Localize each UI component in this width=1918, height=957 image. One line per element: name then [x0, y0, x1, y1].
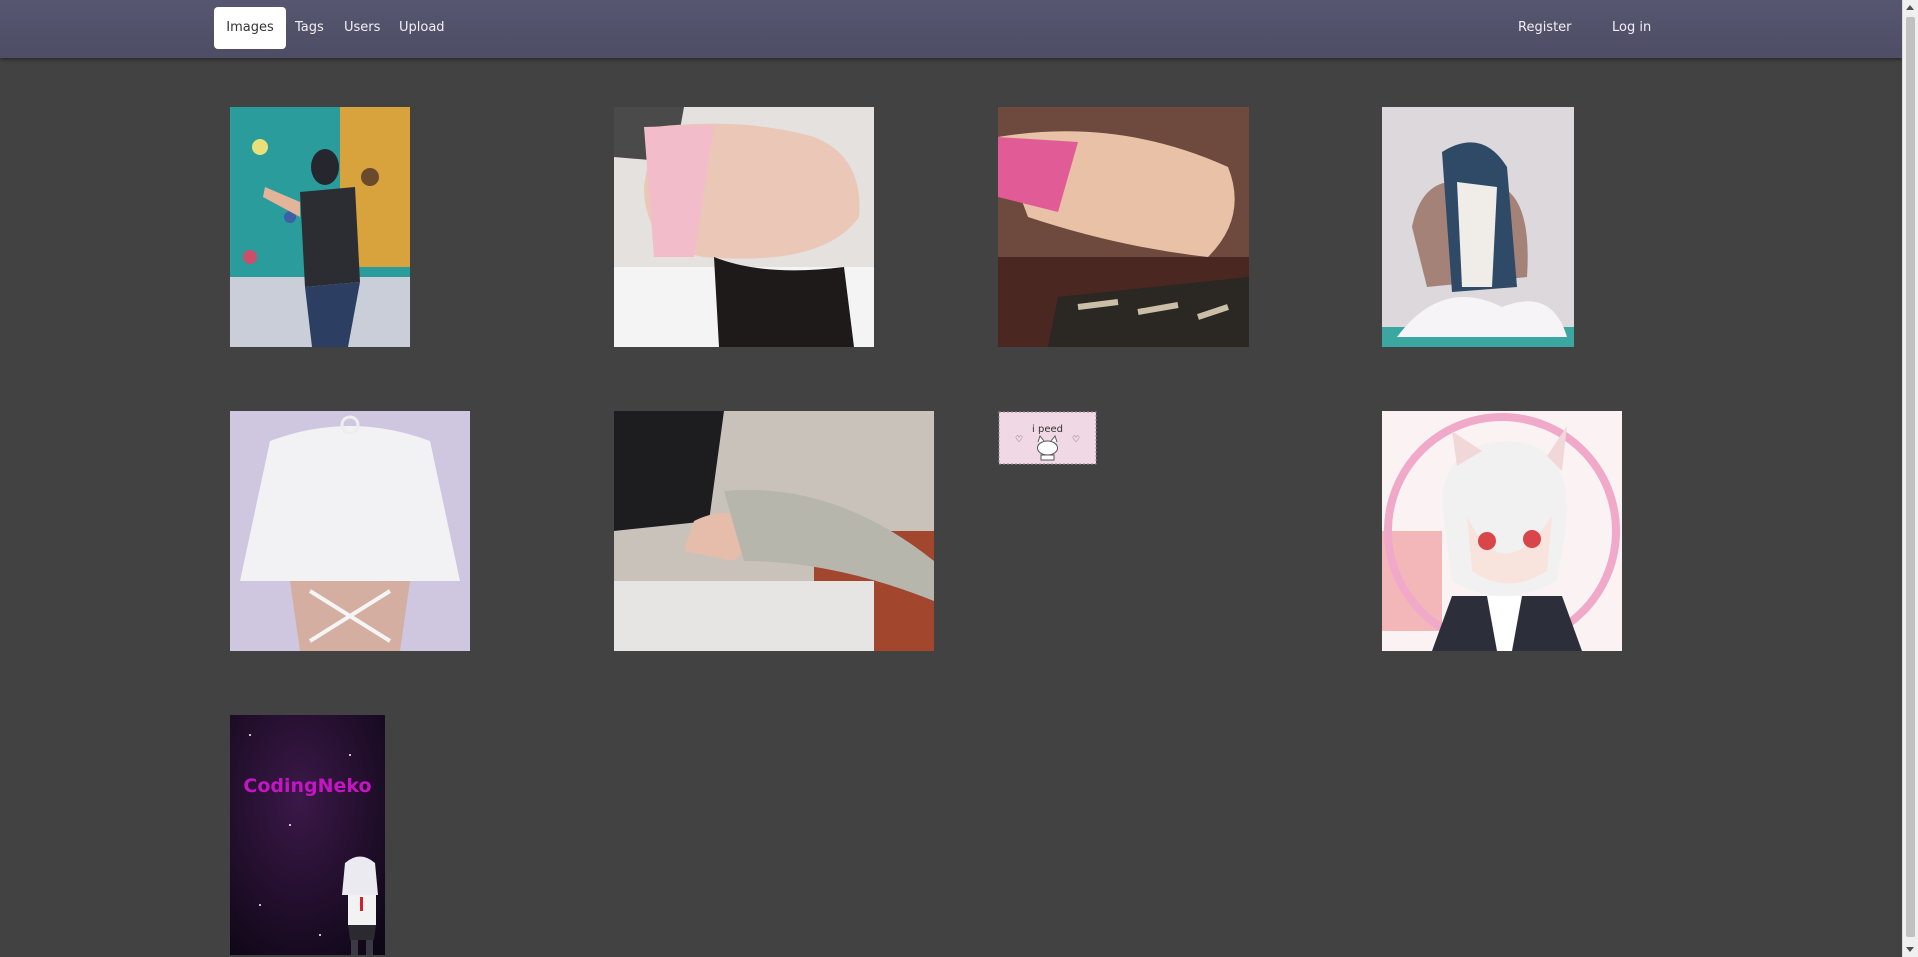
heart-icon: ♡ [1015, 435, 1023, 445]
nav-tags[interactable]: Tags [295, 7, 324, 49]
climbing-wall-photo [230, 107, 410, 347]
gallery-thumbnail-shark-plush[interactable] [1382, 107, 1574, 347]
gallery-thumbnail-codingneko[interactable]: CodingNeko [230, 715, 385, 955]
i-peed-sticker: i peed ♡ ♡ [998, 411, 1097, 465]
nav-users[interactable]: Users [344, 7, 380, 49]
gallery-thumbnail-i-peed-sticker[interactable]: i peed ♡ ♡ [998, 411, 1097, 465]
pink-underwear-photo [614, 107, 874, 347]
scroll-down-arrow-icon[interactable] [1906, 947, 1914, 952]
top-navbar: Images Tags Users Upload Register Log in [0, 0, 1902, 58]
nav-upload[interactable]: Upload [399, 7, 445, 49]
nav-login[interactable]: Log in [1612, 7, 1651, 49]
grey-cargo-pants-photo [614, 411, 934, 651]
gallery-thumbnail-grey-cargo-pants[interactable] [614, 411, 934, 651]
white-crop-top-photo [230, 411, 470, 651]
gallery-thumbnail-pink-underwear[interactable] [614, 107, 874, 347]
scroll-up-arrow-icon[interactable] [1906, 5, 1914, 10]
sticker-caption: i peed [1032, 424, 1063, 435]
pink-shorts-photo [998, 107, 1249, 347]
shark-plush-photo [1382, 107, 1574, 347]
codingneko-poster: CodingNeko [230, 715, 385, 955]
gallery-thumbnail-anime-catboy[interactable] [1382, 411, 1622, 651]
gallery-thumbnail-white-crop-top[interactable] [230, 411, 470, 651]
scrollbar-thumb[interactable] [1906, 17, 1915, 937]
nav-register[interactable]: Register [1518, 7, 1572, 49]
gallery-thumbnail-pink-shorts[interactable] [998, 107, 1249, 347]
codingneko-title: CodingNeko [243, 775, 371, 797]
heart-icon: ♡ [1072, 435, 1080, 445]
gallery-thumbnail-climbing-wall[interactable] [230, 107, 410, 347]
nav-images[interactable]: Images [214, 7, 286, 49]
anime-catboy-avatar [1382, 411, 1622, 651]
vertical-scrollbar[interactable] [1902, 0, 1918, 957]
